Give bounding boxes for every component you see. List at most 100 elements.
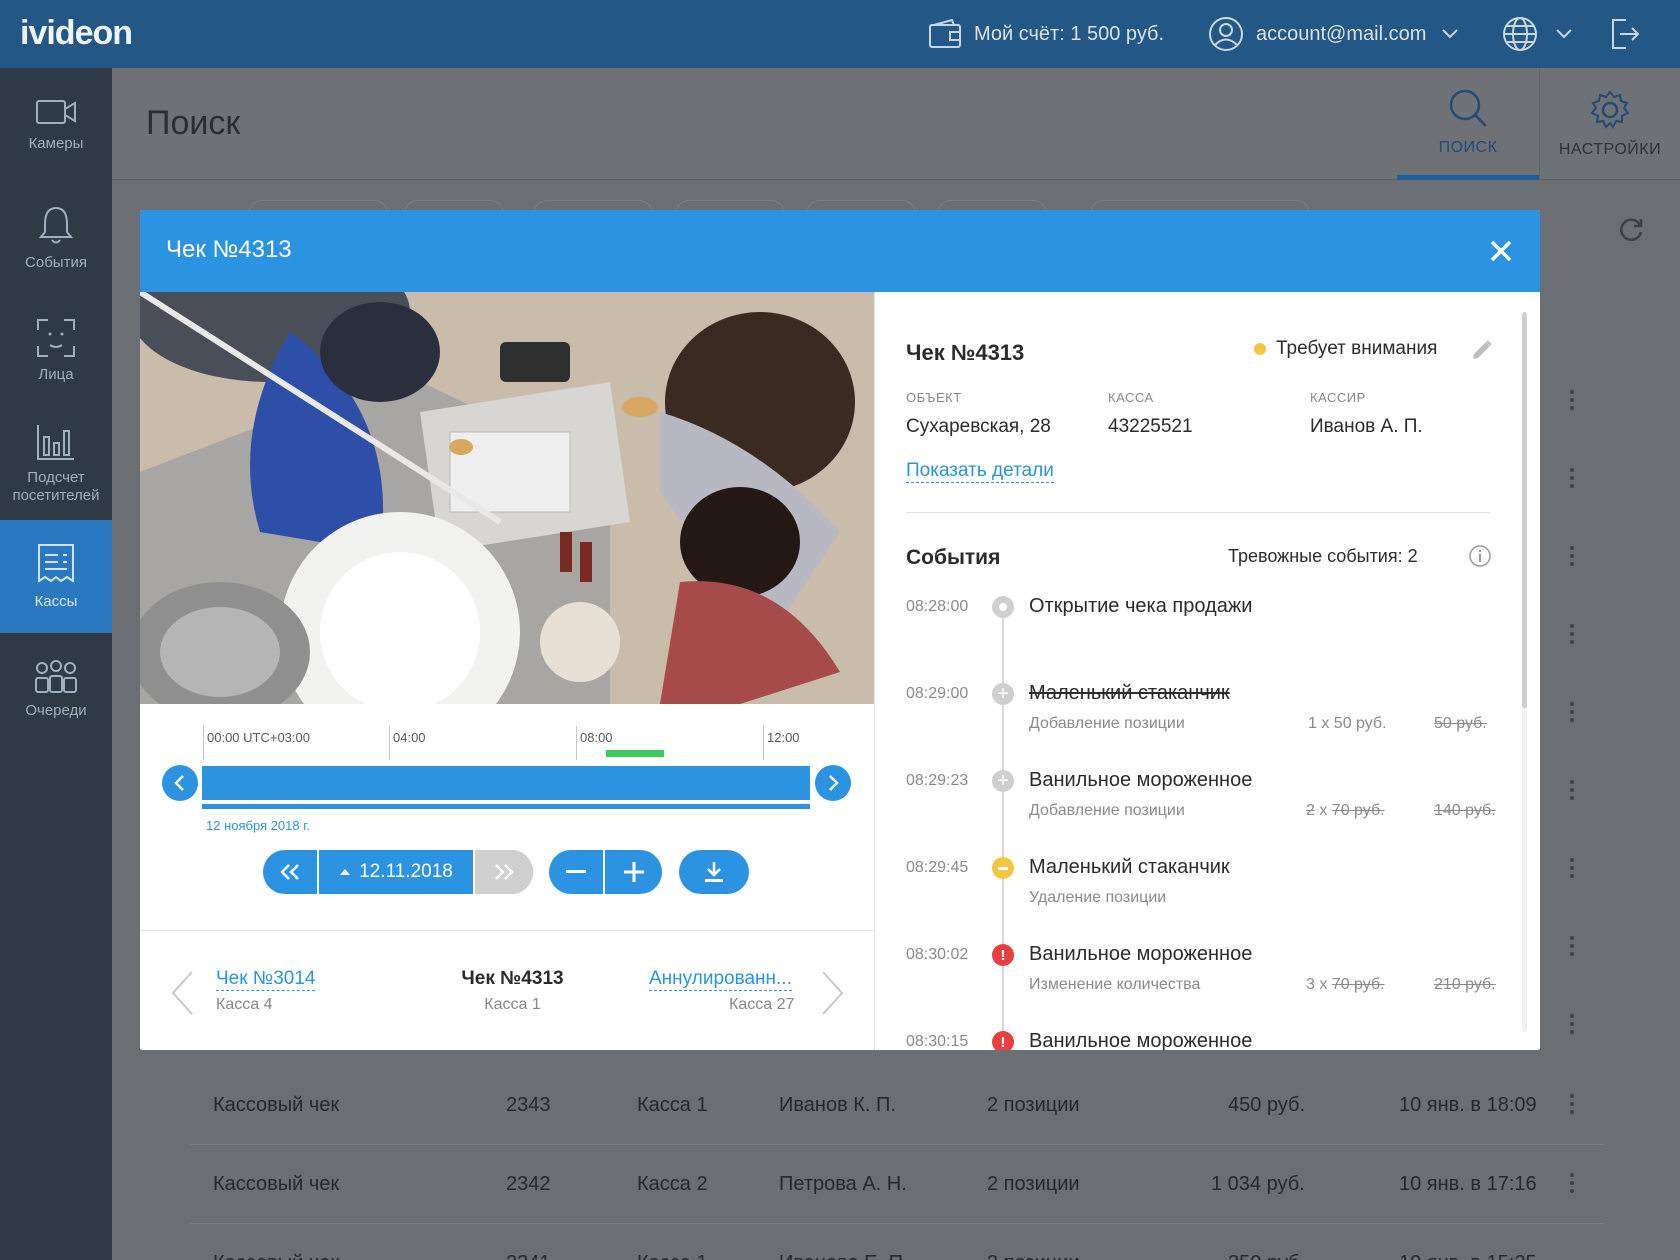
event-subtitle: Изменение количества <box>1029 976 1201 993</box>
top-bar: ivideon Мой счёт: 1 500 руб. account@mai… <box>0 0 1680 68</box>
account-balance-text: Мой счёт: 1 500 руб. <box>974 22 1165 45</box>
event-title: Маленький стаканчик <box>1029 856 1230 878</box>
timeline-date-label: 12 ноября 2018 г. <box>206 818 310 833</box>
timeline-tick-label: 08:00 <box>580 730 613 745</box>
close-button[interactable] <box>1486 236 1516 266</box>
scrollbar-thumb[interactable] <box>1522 312 1527 708</box>
zoom-controls <box>549 850 662 894</box>
rewind-button[interactable] <box>263 850 319 894</box>
cell-sum: 350 руб. <box>1228 1252 1305 1260</box>
next-receipt-arrow-icon[interactable] <box>821 970 845 1016</box>
event-subtitle: Добавление позиции <box>1029 715 1185 732</box>
edit-icon[interactable] <box>1470 338 1494 362</box>
sidebar-item-events[interactable]: События <box>0 181 112 294</box>
cell-register: Касса 1 <box>637 1252 708 1260</box>
fast-forward-button[interactable] <box>475 850 533 894</box>
cell-number: 2343 <box>506 1094 551 1116</box>
event-title: Ванильное мороженное <box>1029 769 1253 791</box>
logout-icon <box>1612 19 1640 49</box>
divider <box>140 930 874 931</box>
event-add-icon: + <box>992 770 1014 792</box>
show-details-link[interactable]: Показать детали <box>906 460 1054 483</box>
object-label: ОБЪЕКТ <box>906 390 962 405</box>
timeline-track[interactable] <box>202 766 810 800</box>
cell-items: 2 позиции <box>987 1094 1080 1116</box>
table-row[interactable]: Кассовый чек 2343 Касса 1 Иванов К. П. 2… <box>190 1066 1604 1145</box>
row-menu-icon[interactable] <box>1570 546 1574 566</box>
user-icon <box>1209 17 1243 51</box>
zoom-out-button[interactable] <box>549 850 605 894</box>
sidebar-item-label: Очереди <box>25 701 87 719</box>
row-menu-icon[interactable] <box>1570 1094 1574 1114</box>
sidebar-item-registers[interactable]: Кассы <box>0 520 112 633</box>
register-value: 43225521 <box>1108 416 1193 437</box>
search-icon <box>1449 89 1487 127</box>
prev-receipt-arrow-icon[interactable] <box>170 970 194 1016</box>
event-quantity: 3 x 70 руб. <box>1306 976 1385 993</box>
cell-cashier: Иванова Е. П. <box>779 1252 909 1260</box>
zoom-in-button[interactable] <box>605 850 662 894</box>
table-row[interactable]: Кассовый чек 2341 Касса 1 Иванова Е. П. … <box>190 1224 1604 1260</box>
event-time: 08:29:00 <box>906 685 969 702</box>
row-menu-icon[interactable] <box>1570 1014 1574 1034</box>
row-menu-icon[interactable] <box>1570 624 1574 644</box>
current-receipt-register: Касса 1 <box>484 996 541 1013</box>
language-menu[interactable] <box>1502 0 1586 68</box>
cell-sum: 1 034 руб. <box>1211 1173 1305 1195</box>
prev-receipt-link[interactable]: Чек №3014 <box>216 968 316 991</box>
row-menu-icon[interactable] <box>1570 936 1574 956</box>
recording-marker[interactable] <box>606 750 664 757</box>
info-icon[interactable] <box>1468 544 1492 568</box>
row-menu-icon[interactable] <box>1570 1173 1574 1193</box>
table-row[interactable]: Кассовый чек 2342 Касса 2 Петрова А. Н. … <box>190 1145 1604 1224</box>
camera-icon <box>36 99 76 124</box>
event-subtitle: Добавление позиции <box>1029 802 1185 819</box>
receipt-icon <box>38 543 74 583</box>
timeline-prev-button[interactable] <box>162 765 198 801</box>
timeline-tick <box>576 726 577 760</box>
event-sum: 50 руб. <box>1434 715 1487 732</box>
account-balance[interactable]: Мой счёт: 1 500 руб. <box>928 0 1164 68</box>
download-button[interactable] <box>679 850 749 894</box>
plus-icon <box>623 862 644 882</box>
current-receipt-title: Чек №4313 <box>461 968 564 989</box>
timeline-tick-label: 04:00 <box>393 730 426 745</box>
event-title: Ванильное мороженное <box>1029 1030 1253 1050</box>
event-alert-icon: ! <box>992 1031 1014 1050</box>
logout-button[interactable] <box>1610 0 1652 68</box>
event-quantity: 1 x 50 руб. <box>1308 715 1387 732</box>
tab-label: НАСТРОЙКИ <box>1558 141 1662 158</box>
sidebar-item-cameras[interactable]: Камеры <box>0 68 112 181</box>
account-menu[interactable]: account@mail.com <box>1208 0 1472 68</box>
sidebar-item-queues[interactable]: Очереди <box>0 633 112 746</box>
event-time: 08:28:00 <box>906 598 969 615</box>
brand-logo[interactable]: ivideon <box>20 14 133 53</box>
refresh-icon[interactable] <box>1617 216 1645 244</box>
playback-controls: 12.11.2018 <box>263 850 533 894</box>
timeline-next-button[interactable] <box>815 765 851 801</box>
row-menu-icon[interactable] <box>1570 702 1574 722</box>
receipt-title: Чек №4313 <box>906 340 1025 365</box>
sidebar-item-label: Камеры <box>28 134 84 152</box>
alarm-count: Тревожные события: 2 <box>1228 546 1418 566</box>
sidebar-item-visitors[interactable]: Подсчет посетителей <box>0 407 112 520</box>
event-subtitle: Удаление позиции <box>1029 889 1167 906</box>
camera-video-frame[interactable] <box>140 292 874 704</box>
page-title: Поиск <box>146 104 241 142</box>
sidebar-item-faces[interactable]: Лица <box>0 294 112 407</box>
cell-date: 10 янв. в 15:25 <box>1399 1252 1537 1260</box>
globe-icon <box>1503 17 1537 51</box>
bell-icon <box>38 206 74 243</box>
row-menu-icon[interactable] <box>1570 858 1574 878</box>
date-picker-button[interactable]: 12.11.2018 <box>319 850 475 894</box>
row-menu-icon[interactable] <box>1570 780 1574 800</box>
close-icon <box>1490 240 1512 262</box>
next-receipt-link[interactable]: Аннулированн... <box>649 968 792 991</box>
row-menu-icon[interactable] <box>1570 390 1574 410</box>
timeline-tick-label: 12:00 <box>767 730 800 745</box>
row-menu-icon[interactable] <box>1570 468 1574 488</box>
tab-search[interactable]: ПОИСК <box>1397 68 1539 180</box>
register-label: КАССА <box>1108 390 1154 405</box>
event-qty-old: 2 <box>1306 802 1315 819</box>
tab-settings[interactable]: НАСТРОЙКИ <box>1539 68 1680 180</box>
